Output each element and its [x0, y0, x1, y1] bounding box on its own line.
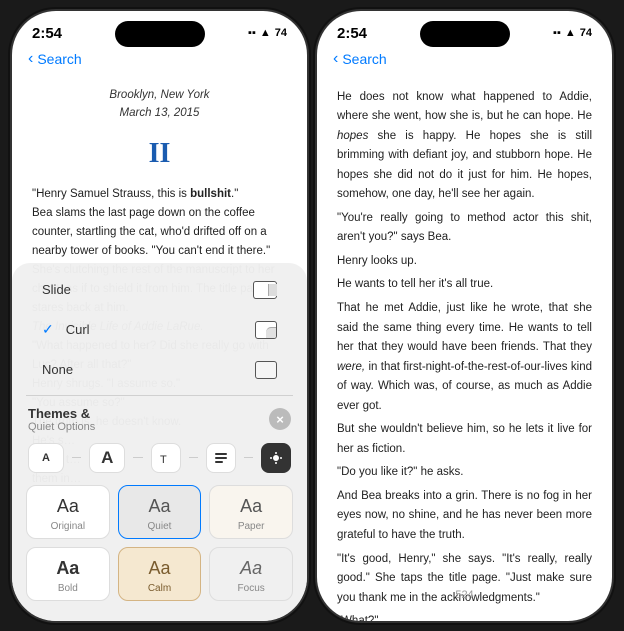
right-para-8: And Bea breaks into a grin. There is no …: [337, 487, 592, 546]
font-sep-2: [133, 457, 142, 458]
right-phone-content: ‹ Search He does not know what happened …: [317, 46, 612, 621]
theme-quiet[interactable]: Aa Quiet: [118, 485, 202, 539]
svg-text:T: T: [160, 454, 167, 465]
themes-title: Themes &: [28, 406, 95, 421]
right-para-4: He wants to tell her it's all true.: [337, 275, 592, 295]
time-right: 2:54: [337, 25, 367, 42]
divider-1: [26, 395, 293, 396]
page-number: 524: [455, 589, 473, 601]
quiet-options-label: Quiet Options: [28, 421, 95, 433]
theme-quiet-sample: Aa: [148, 496, 170, 517]
theme-focus-sample: Aa: [240, 558, 262, 579]
themes-header: Themes & Quiet Options ×: [12, 398, 307, 437]
dynamic-island-left: [115, 21, 205, 47]
font-sep-1: [72, 457, 81, 458]
wifi-icon: ▲: [260, 27, 271, 39]
left-phone: 2:54 ▪▪ ▲ 74 ‹ Search Brooklyn, New York…: [12, 11, 307, 621]
chapter-number: II: [32, 132, 287, 177]
theme-focus[interactable]: Aa Focus: [209, 547, 293, 601]
font-size-row: A A T: [12, 437, 307, 479]
right-para-1: He does not know what happened to Addie,…: [337, 88, 592, 205]
transition-curl[interactable]: ✓ Curl: [28, 311, 291, 349]
right-nav-bar[interactable]: ‹ Search: [317, 46, 612, 76]
curl-icon: [249, 319, 277, 341]
layout-button[interactable]: [206, 443, 236, 473]
layout-icon: [214, 451, 228, 465]
theme-calm[interactable]: Aa Calm: [118, 547, 202, 601]
theme-paper-label: Paper: [238, 521, 265, 532]
signal-icon-right: ▪▪: [553, 27, 561, 39]
none-label: None: [42, 362, 73, 377]
theme-focus-label: Focus: [238, 583, 265, 594]
back-chevron-icon-right: ‹: [333, 50, 338, 68]
theme-bold-sample: Aa: [56, 558, 79, 579]
font-increase-button[interactable]: A: [89, 443, 125, 473]
font-sep-3: [189, 457, 198, 458]
slide-label: Slide: [42, 282, 71, 297]
left-phone-content: ‹ Search Brooklyn, New YorkMarch 13, 201…: [12, 46, 307, 518]
brightness-button[interactable]: [261, 443, 291, 473]
text-format-icon: T: [159, 451, 173, 465]
battery-left: 74: [275, 27, 287, 39]
transition-slide[interactable]: Slide: [28, 271, 291, 309]
battery-right: 74: [580, 27, 592, 39]
close-panel-button[interactable]: ×: [269, 408, 291, 430]
font-decrease-button[interactable]: A: [28, 443, 64, 473]
font-sep-4: [244, 457, 253, 458]
back-label-right[interactable]: Search: [342, 51, 386, 67]
wifi-icon-right: ▲: [565, 27, 576, 39]
right-para-7: "Do you like it?" he asks.: [337, 463, 592, 483]
brightness-icon: [269, 451, 283, 465]
theme-original-sample: Aa: [57, 496, 79, 517]
right-para-3: Henry looks up.: [337, 252, 592, 272]
left-nav-bar[interactable]: ‹ Search: [12, 46, 307, 76]
right-para-2: "You're really going to method actor thi…: [337, 209, 592, 248]
transition-list: Slide ✓ Curl: [28, 271, 291, 389]
right-book-content: He does not know what happened to Addie,…: [317, 76, 612, 621]
right-phone: 2:54 ▪▪ ▲ 74 ‹ Search He does not know w…: [317, 11, 612, 621]
right-para-10: "What?": [337, 612, 592, 620]
theme-calm-label: Calm: [148, 583, 171, 594]
theme-original[interactable]: Aa Original: [26, 485, 110, 539]
theme-original-label: Original: [51, 521, 85, 532]
none-icon: [249, 359, 277, 381]
back-chevron-icon: ‹: [28, 50, 33, 68]
themes-grid: Aa Original Aa Quiet Aa Paper Aa Bold: [12, 479, 307, 611]
theme-calm-sample: Aa: [148, 558, 170, 579]
theme-paper[interactable]: Aa Paper: [209, 485, 293, 539]
right-para-5: That he met Addie, just like he wrote, t…: [337, 299, 592, 416]
status-icons-left: ▪▪ ▲ 74: [248, 27, 287, 39]
overlay-panel: Slide ✓ Curl: [12, 263, 307, 621]
theme-quiet-label: Quiet: [148, 521, 172, 532]
dynamic-island-right: [420, 21, 510, 47]
checkmark-icon: ✓: [42, 321, 54, 338]
back-label-left[interactable]: Search: [37, 51, 81, 67]
theme-bold[interactable]: Aa Bold: [26, 547, 110, 601]
theme-bold-label: Bold: [58, 583, 78, 594]
right-para-6: But she wouldn't believe him, so he lets…: [337, 420, 592, 459]
font-style-button[interactable]: T: [151, 443, 181, 473]
theme-paper-sample: Aa: [240, 496, 262, 517]
signal-icon: ▪▪: [248, 27, 256, 39]
themes-title-group: Themes & Quiet Options: [28, 406, 95, 433]
status-icons-right: ▪▪ ▲ 74: [553, 27, 592, 39]
transition-none[interactable]: None: [28, 351, 291, 389]
phones-container: 2:54 ▪▪ ▲ 74 ‹ Search Brooklyn, New York…: [2, 1, 622, 631]
book-header: Brooklyn, New YorkMarch 13, 2015: [32, 86, 287, 123]
slide-icon: [249, 279, 277, 301]
curl-label: Curl: [66, 322, 90, 337]
transition-section: Slide ✓ Curl: [12, 263, 307, 393]
time-left: 2:54: [32, 25, 62, 42]
